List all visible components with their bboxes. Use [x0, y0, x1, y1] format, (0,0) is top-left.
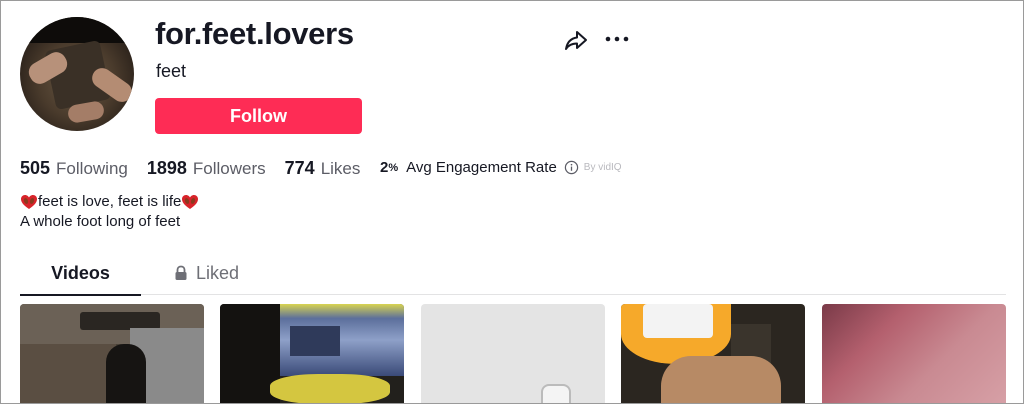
engagement-value: 2	[380, 159, 389, 176]
following-stat[interactable]: 505 Following	[20, 158, 128, 179]
thumb-shape	[290, 326, 340, 356]
video-thumbnail[interactable]	[20, 304, 204, 403]
tab-liked[interactable]: Liked	[174, 255, 239, 295]
bio-line-2: A whole foot long of feet	[20, 213, 181, 230]
bio-text-1: feet is love, feet is life	[38, 193, 182, 210]
tab-liked-label: Liked	[196, 263, 240, 283]
nickname: feet	[156, 61, 187, 81]
red-heart-with-feet-icon	[21, 195, 37, 209]
tab-videos-label: Videos	[51, 263, 110, 283]
avatar[interactable]	[20, 17, 134, 131]
followers-label: Followers	[192, 159, 266, 178]
followers-count: 1898	[146, 158, 187, 178]
profile-tabs: Videos Liked	[20, 255, 1006, 296]
bio-line-1: feet is love, feet is life	[20, 192, 199, 212]
video-thumbnail[interactable]	[220, 304, 404, 403]
info-icon[interactable]	[564, 160, 579, 175]
likes-stat: 774 Likes	[285, 158, 361, 179]
followers-stat[interactable]: 1898 Followers	[147, 158, 266, 179]
likes-count: 774	[284, 158, 315, 178]
video-thumbnail[interactable]	[621, 304, 805, 403]
video-thumbnail[interactable]	[822, 304, 1006, 403]
vidiq-attribution: By vidIQ	[583, 162, 622, 173]
thumb-shape	[661, 356, 781, 403]
profile-page: for.feet.lovers feet Follow 505 Followin…	[0, 0, 1024, 404]
share-icon[interactable]	[564, 28, 588, 52]
thumb-shape	[270, 374, 390, 403]
more-icon[interactable]	[604, 27, 630, 51]
engagement-rate: 2% Avg Engagement Rate By vidIQ	[380, 159, 622, 176]
thumb-shape	[106, 344, 146, 403]
video-thumbnail[interactable]	[421, 304, 605, 403]
lock-icon	[175, 265, 187, 280]
following-label: Following	[56, 159, 128, 178]
follow-button[interactable]: Follow	[155, 98, 362, 134]
tab-videos[interactable]: Videos	[20, 255, 141, 296]
bio: feet is love, feet is life A whole foot …	[20, 192, 199, 232]
engagement-unit: %	[388, 161, 399, 174]
following-count: 505	[20, 158, 51, 178]
red-heart-with-feet-icon	[182, 195, 199, 209]
likes-label: Likes	[320, 159, 361, 178]
thumb-shape	[643, 304, 713, 338]
avatar-bg-dark	[20, 17, 134, 43]
thumb-shape	[541, 384, 571, 403]
profile-stats: 505 Following 1898 Followers 774 Likes	[20, 158, 379, 179]
thumb-shape	[20, 344, 116, 403]
username: for.feet.lovers	[155, 16, 354, 51]
engagement-label: Avg Engagement Rate	[406, 159, 557, 176]
